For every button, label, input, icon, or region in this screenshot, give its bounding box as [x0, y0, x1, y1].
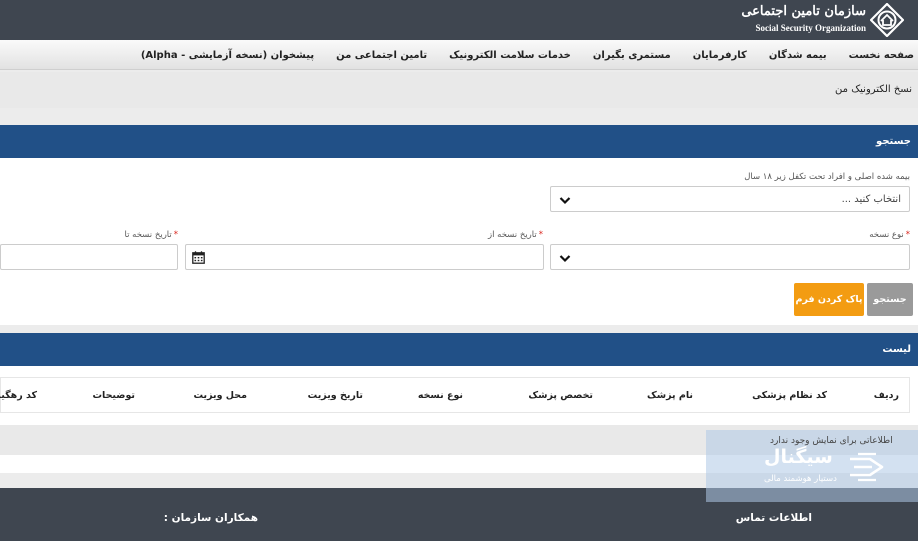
chevron-down-icon — [559, 197, 571, 205]
main-nav: صفحه نخست بیمه شدگان کارفرمایان مستمری ب… — [0, 40, 918, 70]
col-visit-place: محل ویزیت — [193, 390, 247, 401]
nav-item-my-tamin[interactable]: تامین اجتماعی من — [336, 50, 427, 61]
col-doctor-specialty: تخصص پزشک — [528, 390, 593, 401]
col-medical-code: کد نظام پزشکی — [752, 390, 827, 401]
clear-form-button[interactable]: پاک کردن فرم — [794, 283, 864, 316]
signal-subtitle: دستیار هوشمند مالی — [764, 474, 837, 484]
sso-emblem-icon — [870, 3, 904, 37]
signal-logo-icon — [850, 452, 884, 482]
col-row-number: ردیف — [873, 390, 899, 401]
col-doctor-name: نام پزشک — [647, 390, 693, 401]
logo-text-fa: سازمان تامین اجتماعی — [741, 4, 866, 19]
search-panel: جستجو بیمه شده اصلی و افراد تحت تکفل زیر… — [0, 125, 918, 325]
search-button[interactable]: جستجو — [867, 283, 913, 316]
col-visit-date: تاریخ ویزیت — [307, 390, 363, 401]
nav-item-employers[interactable]: کارفرمایان — [693, 50, 747, 61]
insured-select-value: انتخاب کنید ... — [841, 194, 901, 205]
top-header: سازمان تامین اجتماعی Social Security Org… — [0, 0, 918, 40]
date-from-label: *تاریخ نسخه از — [487, 230, 543, 240]
nav-item-dashboard-alpha[interactable]: پیشخوان (نسخه آزمایشی - Alpha) — [141, 50, 314, 61]
sso-logo[interactable]: سازمان تامین اجتماعی Social Security Org… — [741, 3, 904, 37]
page-title: نسخ الکترونیک من — [835, 84, 912, 95]
insured-label: بیمه شده اصلی و افراد تحت تکفل زیر ۱۸ سا… — [744, 172, 910, 182]
search-panel-header: جستجو — [0, 125, 918, 158]
date-to-label: *تاریخ نسخه تا — [124, 230, 178, 240]
search-panel-title: جستجو — [876, 136, 911, 147]
footer-contact-heading: اطلاعات تماس — [735, 512, 812, 524]
logo-text-en: Social Security Organization — [755, 23, 867, 33]
table-header: ردیف کد نظام پزشکی نام پزشک تخصص پزشک نو… — [0, 377, 910, 413]
chevron-down-icon — [559, 255, 571, 263]
col-tracking-code: کد رهگیری — [0, 390, 37, 401]
rx-type-select[interactable] — [550, 244, 910, 270]
rx-type-label: *نوع نسخه — [869, 230, 910, 240]
nav-item-insured[interactable]: بیمه شدگان — [769, 50, 827, 61]
insured-select[interactable]: انتخاب کنید ... — [550, 186, 910, 212]
col-rx-type: نوع نسخه — [417, 390, 463, 401]
nav-item-e-health[interactable]: خدمات سلامت الکترونیک — [449, 50, 571, 61]
nav-item-pensioners[interactable]: مستمری بگیران — [593, 50, 671, 61]
empty-table-message: اطلاعاتی برای نمایش وجود ندارد — [770, 436, 893, 446]
list-panel-header: لیست — [0, 333, 918, 366]
calendar-icon[interactable] — [192, 251, 205, 264]
date-to-input[interactable] — [0, 244, 178, 270]
col-description: توضیحات — [92, 390, 135, 401]
footer-partners-heading: همکاران سازمان : — [163, 512, 258, 524]
breadcrumb: نسخ الکترونیک من — [0, 72, 918, 108]
nav-item-home[interactable]: صفحه نخست — [849, 50, 914, 61]
list-panel-title: لیست — [882, 344, 911, 355]
signal-title: سیگنال — [764, 446, 833, 468]
date-from-input[interactable] — [185, 244, 544, 270]
